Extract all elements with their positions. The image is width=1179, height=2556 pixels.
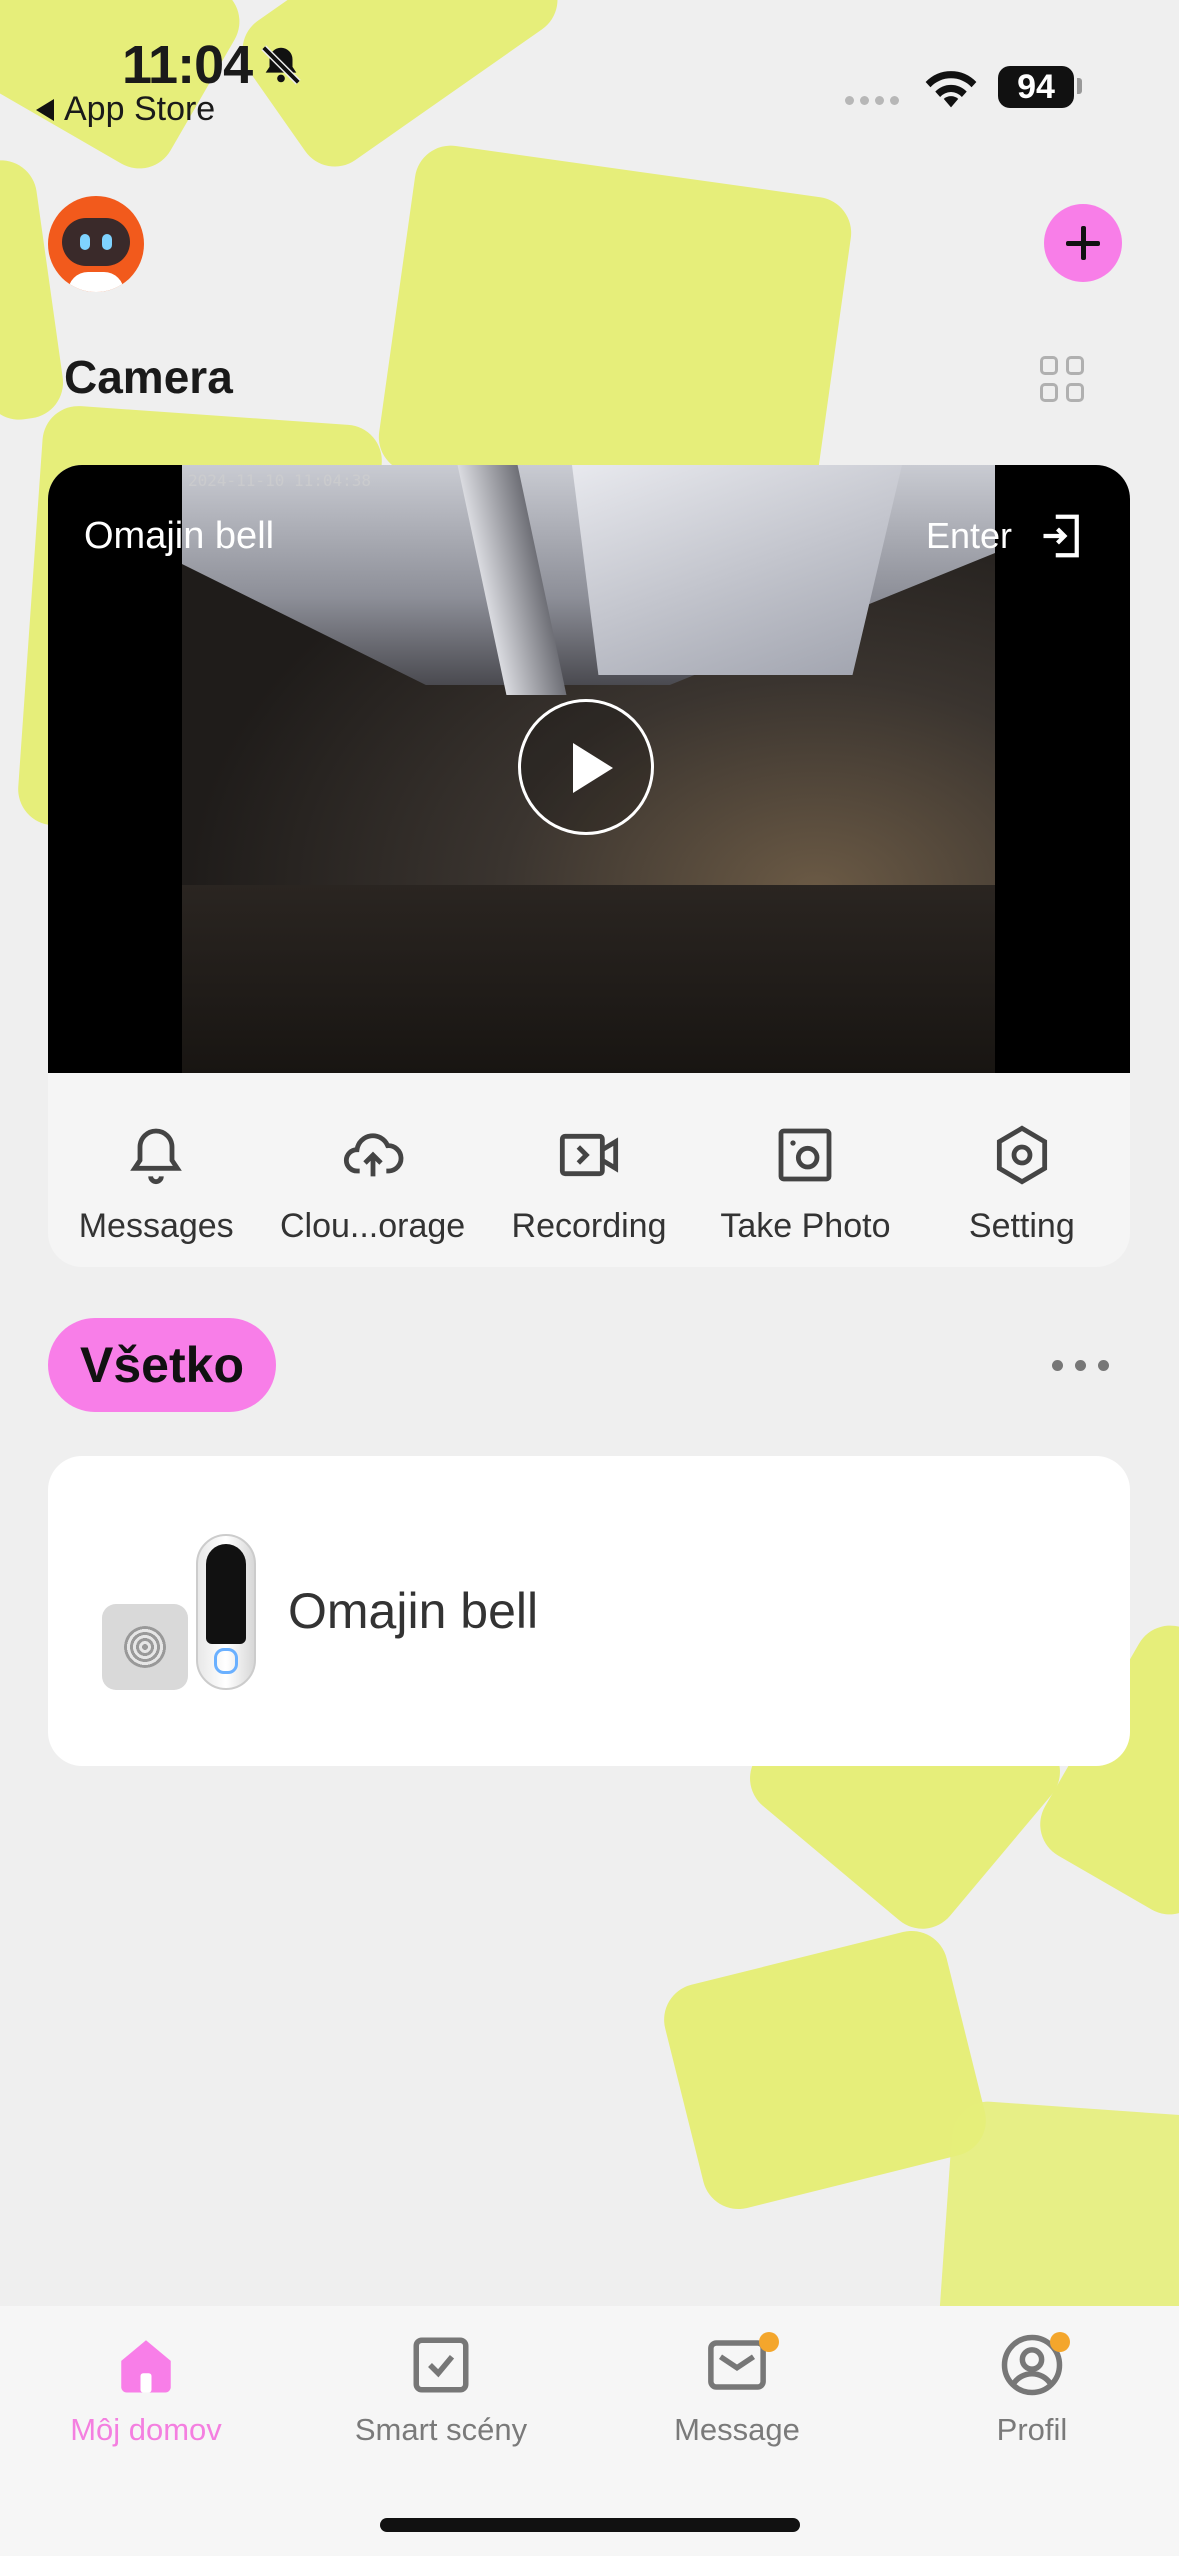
action-label: Recording	[511, 1207, 667, 1245]
tab-label: Profil	[996, 2412, 1068, 2447]
home-indicator	[380, 2518, 800, 2532]
action-label: Setting	[968, 1207, 1075, 1245]
tab-label: Message	[674, 2412, 800, 2447]
filter-chip-all[interactable]: Všetko	[48, 1318, 276, 1412]
device-name: Omajin bell	[288, 1583, 539, 1639]
background-shape	[0, 155, 68, 425]
tab-label: Smart scény	[354, 2412, 528, 2447]
enter-icon	[1043, 514, 1079, 558]
grid-view-icon[interactable]	[1040, 356, 1086, 402]
tab-profile[interactable]: Profil	[902, 2332, 1162, 2448]
action-setting[interactable]: Setting	[914, 1073, 1130, 1267]
bell-muted-icon	[261, 45, 301, 85]
back-arrow-icon	[36, 98, 54, 121]
camera-preview[interactable]: 2024-11-10 11:04:38 Omajin bell Enter	[48, 465, 1130, 1073]
robot-face	[62, 218, 130, 266]
tab-message[interactable]: Message	[607, 2332, 867, 2448]
home-icon	[121, 2340, 171, 2393]
enter-label: Enter	[925, 515, 1012, 556]
action-recording[interactable]: Recording	[481, 1073, 697, 1267]
hexagon-settings-icon	[996, 1125, 1047, 1185]
robot-chin	[68, 272, 124, 292]
section-title: Camera	[64, 351, 233, 403]
device-card[interactable]: Omajin bell	[48, 1456, 1130, 1766]
camera-card: 2024-11-10 11:04:38 Omajin bell Enter Me…	[48, 465, 1130, 1267]
action-take-photo[interactable]: Take Photo	[697, 1073, 913, 1267]
avatar[interactable]	[48, 196, 144, 292]
background-shape	[656, 1923, 994, 2217]
tab-home[interactable]: Môj domov	[16, 2332, 276, 2448]
notification-badge	[1050, 2332, 1070, 2352]
back-to-app-store[interactable]: App Store	[36, 90, 215, 129]
camera-name: Omajin bell	[84, 515, 275, 557]
play-button[interactable]	[518, 699, 654, 835]
battery-indicator: 94	[998, 66, 1074, 108]
background-shape	[228, 0, 572, 181]
back-label: App Store	[64, 90, 216, 128]
action-label: Messages	[78, 1207, 234, 1245]
cloud-upload-icon	[343, 1133, 404, 1177]
action-label: Take Photo	[720, 1207, 891, 1245]
enter-button[interactable]: Enter	[926, 513, 1082, 559]
wifi-icon	[925, 71, 977, 108]
camera-actions: Messages Clou...orage Recording Take Pho…	[48, 1073, 1130, 1267]
tab-label: Môj domov	[70, 2412, 222, 2447]
camera-photo-icon	[779, 1128, 832, 1182]
action-messages[interactable]: Messages	[48, 1073, 264, 1267]
notification-badge	[759, 2332, 779, 2352]
more-options-icon[interactable]	[1052, 1360, 1109, 1371]
tab-smart-scenes[interactable]: Smart scény	[311, 2332, 571, 2448]
action-cloud-storage[interactable]: Clou...orage	[264, 1073, 480, 1267]
video-timestamp: 2024-11-10 11:04:38	[188, 471, 372, 490]
add-device-button[interactable]	[1044, 204, 1122, 282]
cellular-signal-icon	[845, 96, 899, 105]
bell-icon	[130, 1128, 183, 1184]
checkbox-icon	[413, 2337, 469, 2393]
action-label: Clou...orage	[279, 1207, 466, 1245]
battery-nub	[1077, 78, 1082, 94]
chime-image	[102, 1604, 188, 1690]
video-record-icon	[559, 1133, 619, 1177]
doorbell-image	[196, 1534, 256, 1690]
status-time: 11:04	[122, 35, 253, 95]
